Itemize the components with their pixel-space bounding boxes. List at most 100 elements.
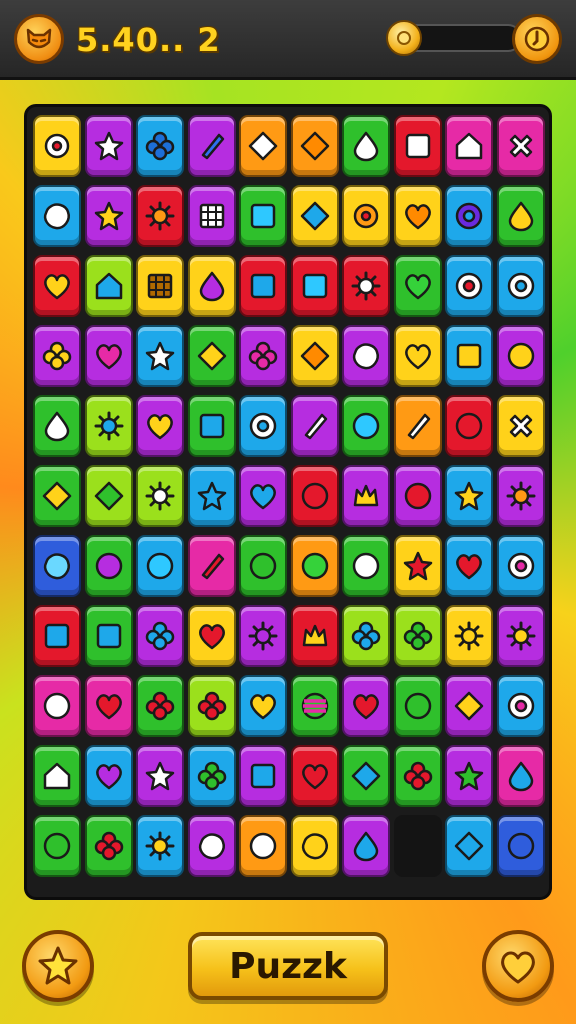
star-button[interactable] xyxy=(22,930,94,1002)
tile[interactable] xyxy=(393,535,442,597)
tile[interactable] xyxy=(187,395,236,457)
tile[interactable] xyxy=(445,255,493,317)
tile[interactable] xyxy=(342,115,390,177)
tile[interactable] xyxy=(496,745,545,807)
tile[interactable] xyxy=(239,255,287,317)
tile[interactable] xyxy=(239,535,287,597)
tile[interactable] xyxy=(136,675,184,737)
tile[interactable] xyxy=(136,745,184,807)
tile[interactable] xyxy=(445,465,493,527)
tile[interactable] xyxy=(187,745,236,807)
tile[interactable] xyxy=(239,325,287,387)
play-button[interactable]: Puzzk xyxy=(188,932,388,1000)
tile[interactable] xyxy=(33,535,81,597)
tile[interactable] xyxy=(136,605,184,667)
heart-button[interactable] xyxy=(482,930,554,1002)
tile[interactable] xyxy=(393,115,442,177)
tile[interactable] xyxy=(33,325,81,387)
tile[interactable] xyxy=(239,465,287,527)
tile[interactable] xyxy=(33,605,81,667)
tile[interactable] xyxy=(290,605,339,667)
tile[interactable] xyxy=(136,815,184,877)
tile[interactable] xyxy=(187,465,236,527)
tile[interactable] xyxy=(84,115,133,177)
tile[interactable] xyxy=(496,815,545,877)
tile[interactable] xyxy=(393,675,442,737)
tile[interactable] xyxy=(393,465,442,527)
tile[interactable] xyxy=(496,325,545,387)
tile[interactable] xyxy=(239,395,287,457)
tile[interactable] xyxy=(187,535,236,597)
level-badge[interactable] xyxy=(14,14,64,64)
tile[interactable] xyxy=(342,325,390,387)
tile[interactable] xyxy=(445,325,493,387)
tile[interactable] xyxy=(187,675,236,737)
tile[interactable] xyxy=(290,745,339,807)
tile[interactable] xyxy=(290,815,339,877)
tile[interactable] xyxy=(136,465,184,527)
tile[interactable] xyxy=(84,535,133,597)
tile[interactable] xyxy=(290,185,339,247)
tile[interactable] xyxy=(84,745,133,807)
tile[interactable] xyxy=(342,465,390,527)
tile[interactable] xyxy=(290,255,339,317)
tile[interactable] xyxy=(290,675,339,737)
tile[interactable] xyxy=(342,185,390,247)
tile[interactable] xyxy=(445,535,493,597)
tile[interactable] xyxy=(239,815,287,877)
tile[interactable] xyxy=(342,605,390,667)
tile[interactable] xyxy=(290,115,339,177)
tile[interactable] xyxy=(33,255,81,317)
tile[interactable] xyxy=(496,185,545,247)
tile[interactable] xyxy=(445,395,493,457)
tile[interactable] xyxy=(84,255,133,317)
tile[interactable] xyxy=(187,185,236,247)
tile[interactable] xyxy=(136,115,184,177)
tile[interactable] xyxy=(393,395,442,457)
tile[interactable] xyxy=(136,325,184,387)
tile[interactable] xyxy=(445,605,493,667)
tile[interactable] xyxy=(445,815,493,877)
tile[interactable] xyxy=(136,185,184,247)
tile[interactable] xyxy=(290,325,339,387)
tile[interactable] xyxy=(290,465,339,527)
tile[interactable] xyxy=(33,745,81,807)
tile[interactable] xyxy=(239,185,287,247)
tile[interactable] xyxy=(33,675,81,737)
tile[interactable] xyxy=(393,745,442,807)
tile[interactable] xyxy=(187,255,236,317)
tile[interactable] xyxy=(393,325,442,387)
tile[interactable] xyxy=(187,115,236,177)
tile[interactable] xyxy=(445,115,493,177)
tile[interactable] xyxy=(290,395,339,457)
tile[interactable] xyxy=(84,185,133,247)
tile[interactable] xyxy=(136,395,184,457)
tile[interactable] xyxy=(496,465,545,527)
tile[interactable] xyxy=(84,605,133,667)
tile[interactable] xyxy=(84,325,133,387)
tile[interactable] xyxy=(342,815,390,877)
tile[interactable] xyxy=(187,325,236,387)
tile[interactable] xyxy=(33,185,81,247)
tile[interactable] xyxy=(496,395,545,457)
tile[interactable] xyxy=(342,255,390,317)
tile[interactable] xyxy=(393,185,442,247)
tile[interactable] xyxy=(239,745,287,807)
tile[interactable] xyxy=(342,745,390,807)
tile[interactable] xyxy=(496,605,545,667)
tile[interactable] xyxy=(33,815,81,877)
tile[interactable] xyxy=(445,675,493,737)
tile[interactable] xyxy=(187,815,236,877)
tile[interactable] xyxy=(445,745,493,807)
tile[interactable] xyxy=(136,535,184,597)
timer-button[interactable] xyxy=(512,14,562,64)
tile[interactable] xyxy=(496,255,545,317)
tile[interactable] xyxy=(393,605,442,667)
tile[interactable] xyxy=(33,465,81,527)
tile[interactable] xyxy=(187,605,236,667)
tile[interactable] xyxy=(239,605,287,667)
tile[interactable] xyxy=(445,185,493,247)
tile[interactable] xyxy=(136,255,184,317)
tile[interactable] xyxy=(342,675,390,737)
tile[interactable] xyxy=(393,255,442,317)
